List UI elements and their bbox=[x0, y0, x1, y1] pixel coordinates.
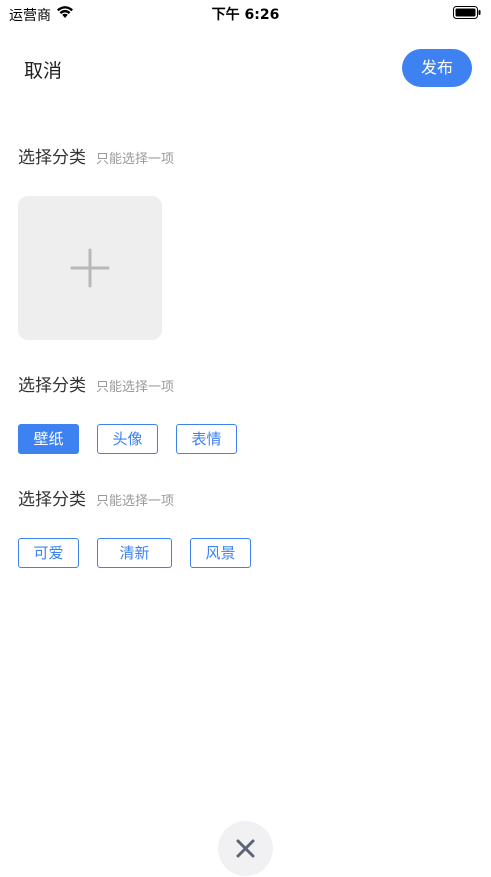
tag-group-1: 壁纸 头像 表情 bbox=[18, 424, 255, 454]
section-header-image: 选择分类 只能选择一项 bbox=[18, 143, 174, 168]
close-button[interactable] bbox=[218, 821, 273, 876]
nav-bar: 取消 发布 bbox=[0, 44, 491, 96]
section-title: 选择分类 bbox=[18, 376, 86, 396]
section-header-category-1: 选择分类 只能选择一项 bbox=[18, 371, 174, 396]
status-bar: 运营商 下午 6:26 bbox=[0, 0, 491, 26]
tag-emoji[interactable]: 表情 bbox=[176, 424, 237, 454]
plus-icon bbox=[70, 248, 110, 288]
tag-group-2: 可爱 清新 风景 bbox=[18, 538, 269, 568]
tag-scenery[interactable]: 风景 bbox=[190, 538, 251, 568]
add-image-button[interactable] bbox=[18, 196, 162, 340]
section-title: 选择分类 bbox=[18, 490, 86, 510]
publish-button[interactable]: 发布 bbox=[402, 49, 472, 87]
section-hint: 只能选择一项 bbox=[96, 380, 175, 395]
section-title: 选择分类 bbox=[18, 148, 86, 168]
section-hint: 只能选择一项 bbox=[96, 494, 175, 509]
section-hint: 只能选择一项 bbox=[96, 152, 175, 167]
tag-wallpaper[interactable]: 壁纸 bbox=[18, 424, 79, 454]
battery-icon bbox=[453, 6, 481, 19]
tag-avatar[interactable]: 头像 bbox=[97, 424, 158, 454]
tag-cute[interactable]: 可爱 bbox=[18, 538, 79, 568]
tag-fresh[interactable]: 清新 bbox=[97, 538, 172, 568]
status-time: 下午 6:26 bbox=[211, 7, 280, 23]
section-header-category-2: 选择分类 只能选择一项 bbox=[18, 485, 174, 510]
cancel-button[interactable]: 取消 bbox=[24, 56, 62, 83]
close-icon bbox=[236, 839, 255, 858]
